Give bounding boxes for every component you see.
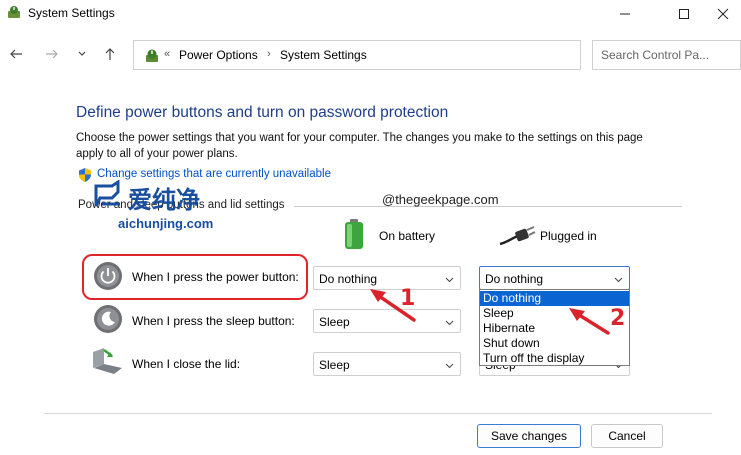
navigation-bar: « Power Options › System Settings (0, 36, 741, 74)
select-value: Sleep (319, 315, 350, 329)
search-input[interactable] (593, 41, 733, 69)
watermark-chinese-text: 爱纯净 (128, 186, 200, 214)
annotation-number-1: 1 (400, 286, 416, 311)
up-arrow-icon (105, 48, 115, 60)
battery-icon (345, 219, 363, 249)
watermark-logo-icon (94, 180, 120, 207)
power-options-app-icon (8, 6, 20, 18)
address-bar[interactable]: « Power Options › System Settings (133, 40, 693, 70)
forward-button[interactable] (42, 44, 62, 64)
address-prefix: « (164, 48, 171, 60)
plugged-in-header: Plugged in (540, 229, 597, 243)
chevron-down-icon (445, 277, 454, 283)
select-value: Do nothing (485, 272, 544, 286)
search-box[interactable] (592, 40, 741, 70)
close-icon (717, 8, 729, 20)
plug-icon (499, 226, 536, 246)
recent-locations-button[interactable] (72, 44, 92, 64)
dropdown-option-turn-off-display[interactable]: Turn off the display (480, 351, 629, 366)
chevron-down-icon (614, 277, 623, 283)
minimize-button[interactable] (602, 0, 648, 28)
on-battery-header: On battery (379, 229, 436, 243)
uac-shield-icon (79, 168, 91, 182)
title-bar: System Settings (0, 0, 741, 28)
change-settings-link[interactable]: Change settings that are currently unava… (97, 168, 331, 180)
system-settings-window: System Settings « Power Options › System… (0, 0, 741, 455)
annotation-highlight-box (82, 254, 308, 300)
footer-divider (44, 413, 712, 414)
minimize-icon (620, 13, 630, 15)
back-button[interactable] (6, 44, 26, 64)
chevron-down-icon (445, 320, 454, 326)
breadcrumb-separator: › (267, 48, 271, 60)
power-button-plugged-select[interactable]: Do nothing (479, 266, 630, 290)
power-options-icon (146, 49, 158, 62)
page-description: Choose the power settings that you want … (76, 132, 643, 160)
chevron-down-icon (445, 363, 454, 369)
maximize-icon (679, 9, 689, 19)
sleep-button-icon (94, 305, 122, 333)
forward-arrow-icon (46, 49, 58, 59)
window-title: System Settings (28, 6, 115, 20)
watermark-site: @thegeekpage.com (382, 192, 499, 207)
sleep-button-label: When I press the sleep button: (132, 314, 295, 328)
back-arrow-icon (10, 49, 22, 59)
chevron-down-icon (78, 51, 86, 56)
up-button[interactable] (100, 44, 120, 64)
dropdown-option-shut-down[interactable]: Shut down (480, 336, 629, 351)
close-button[interactable] (700, 0, 741, 28)
page-heading: Define power buttons and turn on passwor… (76, 104, 449, 121)
select-value: Sleep (319, 358, 350, 372)
breadcrumb-power-options[interactable]: Power Options (179, 48, 258, 62)
annotation-arrow-2 (569, 308, 610, 335)
close-lid-battery-select[interactable]: Sleep (313, 352, 461, 376)
save-changes-button[interactable]: Save changes (477, 424, 581, 448)
laptop-lid-icon (93, 348, 122, 374)
watermark-url: aichunjing.com (118, 216, 214, 231)
breadcrumb-system-settings[interactable]: System Settings (280, 48, 367, 62)
close-lid-label: When I close the lid: (132, 357, 241, 371)
annotation-number-2: 2 (610, 306, 626, 331)
cancel-button[interactable]: Cancel (591, 424, 663, 448)
